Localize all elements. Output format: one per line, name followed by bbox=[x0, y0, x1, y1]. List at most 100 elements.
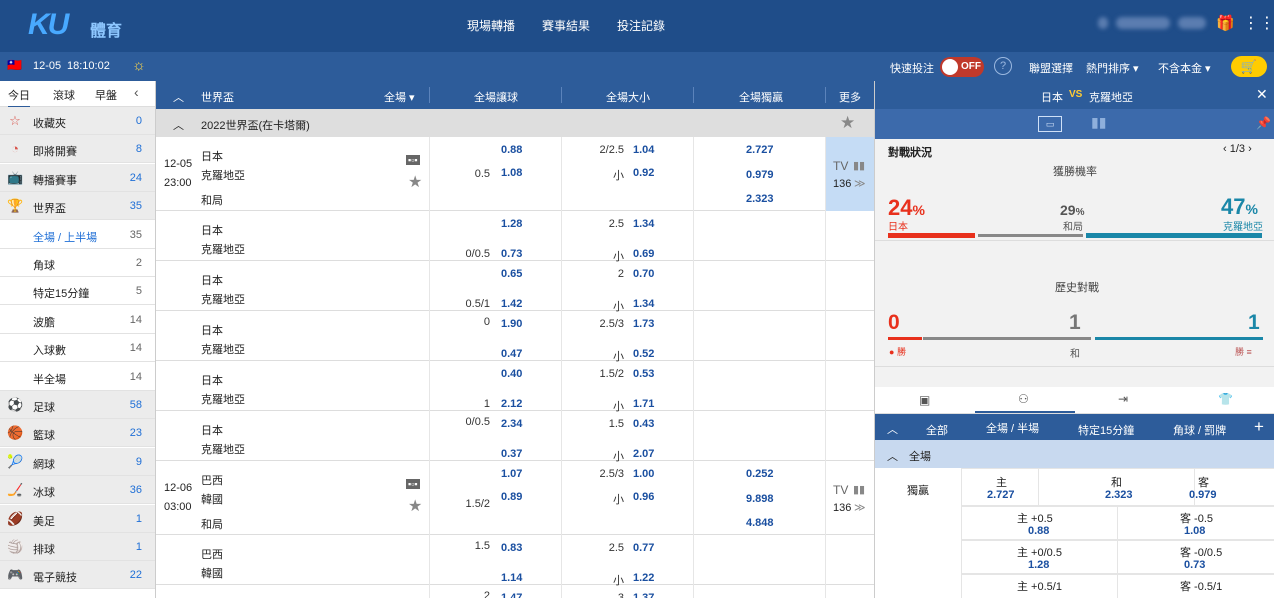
sidebar-item-15[interactable]: 🏐 排球 1 bbox=[0, 533, 155, 561]
ou-over-odds[interactable]: 1.34 bbox=[633, 218, 654, 230]
ou-under-odds[interactable]: 0.52 bbox=[633, 348, 654, 360]
sidebar-item-7[interactable]: 波膽 14 bbox=[0, 306, 155, 334]
favorite-league-icon[interactable]: ★ bbox=[840, 113, 855, 133]
shirt-icon[interactable]: 👕 bbox=[1218, 392, 1233, 406]
ou-under-odds[interactable]: 1.22 bbox=[633, 572, 654, 584]
hdp-home-odds[interactable]: 0.88 bbox=[501, 144, 522, 156]
ou-over-odds[interactable]: 0.53 bbox=[633, 368, 654, 380]
hdp-home-odds[interactable]: 0.65 bbox=[501, 268, 522, 280]
ou-over-odds[interactable]: 1.04 bbox=[633, 144, 654, 156]
hdp-home-cell[interactable]: 主 +0.5/1 bbox=[961, 574, 1118, 598]
hdp-away-odds[interactable]: 1.08 bbox=[501, 167, 522, 179]
sidebar-item-8[interactable]: 入球數 14 bbox=[0, 334, 155, 363]
stats-pager[interactable]: ‹ 1/3 › bbox=[1223, 143, 1252, 155]
ou-under-odds[interactable]: 1.71 bbox=[633, 398, 654, 410]
sidebar-item-13[interactable]: 🏒 冰球 36 bbox=[0, 476, 155, 505]
league-row[interactable]: ︿ 2022世界盃(在卡塔爾) ★ bbox=[156, 109, 874, 137]
user-avatar[interactable] bbox=[1098, 17, 1108, 29]
user-name[interactable] bbox=[1116, 17, 1170, 29]
hdp-away-odds[interactable]: 0.37 bbox=[501, 448, 522, 460]
sort-select[interactable]: 熱門排序 ▾ bbox=[1086, 60, 1139, 76]
sidebar-item-3[interactable]: 🏆 世界盃 35 bbox=[0, 192, 155, 221]
ou-over-odds[interactable]: 1.00 bbox=[633, 468, 654, 480]
collapse-icon[interactable]: ︿ bbox=[173, 117, 184, 133]
hdp-home-odds[interactable]: 1.90 bbox=[501, 318, 522, 330]
sidebar-item-11[interactable]: 🏀 籃球 23 bbox=[0, 419, 155, 448]
tab-corners[interactable]: 角球 / 罰牌 bbox=[1173, 422, 1226, 438]
sidebar-item-5[interactable]: 角球 2 bbox=[0, 249, 155, 277]
hdp-away-cell[interactable]: 客 -0.5/1 bbox=[1118, 574, 1274, 598]
tab-full-half[interactable]: 全場 / 半場 bbox=[986, 420, 1040, 442]
pitch-icon[interactable]: ▣ bbox=[919, 393, 930, 407]
close-icon[interactable]: ✕ bbox=[1256, 86, 1268, 103]
ou-under-odds[interactable]: 1.34 bbox=[633, 298, 654, 310]
nav-live[interactable]: 現場轉播 bbox=[467, 17, 515, 34]
hdp-away-odds[interactable]: 1.42 bbox=[501, 298, 522, 310]
sidebar-item-6[interactable]: 特定15分鐘 5 bbox=[0, 277, 155, 306]
tab-today[interactable]: 今日 bbox=[8, 87, 30, 108]
hdp-home-odds[interactable]: 1.07 bbox=[501, 468, 522, 480]
hdp-home-odds[interactable]: 2.34 bbox=[501, 418, 522, 430]
cart-icon[interactable]: 🛒 bbox=[1231, 56, 1267, 77]
sidebar-item-12[interactable]: 🎾 網球 9 bbox=[0, 447, 155, 476]
field-icon[interactable]: ▭ bbox=[1038, 116, 1062, 132]
odds-2[interactable]: 0.979 bbox=[746, 169, 774, 181]
quick-bet-toggle[interactable]: OFF bbox=[940, 57, 984, 77]
field-icon[interactable]: ▪▫▪ bbox=[406, 479, 420, 489]
gift-icon[interactable]: 🎁 bbox=[1216, 14, 1235, 32]
hdp-home-odds[interactable]: 0.83 bbox=[501, 542, 522, 554]
more-markets[interactable]: TV ▮▮ 136 ≫ bbox=[826, 137, 874, 211]
sidebar-item-4[interactable]: 全場 / 上半場 35 bbox=[0, 221, 155, 249]
ou-under-odds[interactable]: 0.69 bbox=[633, 248, 654, 260]
stake-select[interactable]: 不含本金 ▾ bbox=[1158, 60, 1211, 76]
hdp-home-cell[interactable]: 主 +0.5 0.88 bbox=[961, 506, 1118, 540]
period-select[interactable]: 全場 ▾ bbox=[384, 89, 415, 105]
sidebar-item-0[interactable]: ☆ 收藏夾 0 bbox=[0, 107, 155, 135]
hdp-away-odds[interactable]: 1.14 bbox=[501, 572, 522, 584]
hdp-away-cell[interactable]: 客 -0/0.5 0.73 bbox=[1118, 540, 1274, 574]
more-markets[interactable]: TV ▮▮ 136 ≫ bbox=[826, 461, 874, 535]
nav-bet-history[interactable]: 投注記錄 bbox=[617, 17, 665, 34]
ou-under-odds[interactable]: 2.07 bbox=[633, 448, 654, 460]
pin-icon[interactable]: 📌 bbox=[1256, 116, 1271, 130]
ou-over-odds[interactable]: 1.37 bbox=[633, 592, 654, 598]
ou-over-odds[interactable]: 1.73 bbox=[633, 318, 654, 330]
sidebar-item-10[interactable]: ⚽ 足球 58 bbox=[0, 391, 155, 419]
odds-away-1x2[interactable]: 客 0.979 bbox=[1189, 468, 1274, 506]
hdp-home-odds[interactable]: 1.28 bbox=[501, 218, 522, 230]
odds-1[interactable]: 2.727 bbox=[746, 144, 774, 156]
favorite-star-icon[interactable]: ★ bbox=[408, 496, 422, 516]
hdp-away-cell[interactable]: 客 -0.5 1.08 bbox=[1118, 506, 1274, 540]
hdp-home-odds[interactable]: 0.40 bbox=[501, 368, 522, 380]
sidebar-item-1[interactable]: ◔ 即將開賽 8 bbox=[0, 135, 155, 164]
sidebar-item-9[interactable]: 半全場 14 bbox=[0, 363, 155, 391]
section-full[interactable]: ︿ 全場 bbox=[875, 440, 1274, 468]
odds-x[interactable]: 4.848 bbox=[746, 517, 774, 529]
sidebar-item-14[interactable]: 🏈 美足 1 bbox=[0, 504, 155, 533]
field-icon[interactable]: ▪▫▪ bbox=[406, 155, 420, 165]
add-icon[interactable]: + bbox=[1254, 417, 1264, 437]
collapse-icon[interactable]: ︿ bbox=[887, 421, 898, 437]
sidebar-item-2[interactable]: 📺 轉播賽事 24 bbox=[0, 163, 155, 192]
hdp-away-odds[interactable]: 2.12 bbox=[501, 398, 522, 410]
hdp-away-odds[interactable]: 0.73 bbox=[501, 248, 522, 260]
hdp-home-cell[interactable]: 主 +0/0.5 1.28 bbox=[961, 540, 1118, 574]
collapse-icon[interactable]: ‹ bbox=[134, 84, 139, 100]
favorite-star-icon[interactable]: ★ bbox=[408, 172, 422, 192]
grid-menu-icon[interactable]: ⋮⋮⋮ bbox=[1243, 13, 1274, 33]
hdp-away-odds[interactable]: 0.47 bbox=[501, 348, 522, 360]
ou-under-odds[interactable]: 0.96 bbox=[633, 491, 654, 503]
ou-over-odds[interactable]: 0.70 bbox=[633, 268, 654, 280]
tab-all[interactable]: 全部 bbox=[926, 422, 948, 438]
user-balance[interactable] bbox=[1178, 17, 1206, 29]
collapse-icon[interactable]: ︿ bbox=[887, 448, 898, 464]
sun-icon[interactable]: ☼ bbox=[132, 57, 146, 74]
odds-home-1x2[interactable]: 主 2.727 bbox=[961, 468, 1039, 506]
hdp-home-odds[interactable]: 1.47 bbox=[501, 592, 522, 598]
ou-over-odds[interactable]: 0.77 bbox=[633, 542, 654, 554]
tab-15min[interactable]: 特定15分鐘 bbox=[1078, 422, 1134, 438]
odds-1[interactable]: 0.252 bbox=[746, 468, 774, 480]
ou-under-odds[interactable]: 0.92 bbox=[633, 167, 654, 179]
lineup-icon[interactable]: ⚇ bbox=[1018, 392, 1029, 406]
odds-draw-1x2[interactable]: 和 2.323 bbox=[1039, 468, 1195, 506]
